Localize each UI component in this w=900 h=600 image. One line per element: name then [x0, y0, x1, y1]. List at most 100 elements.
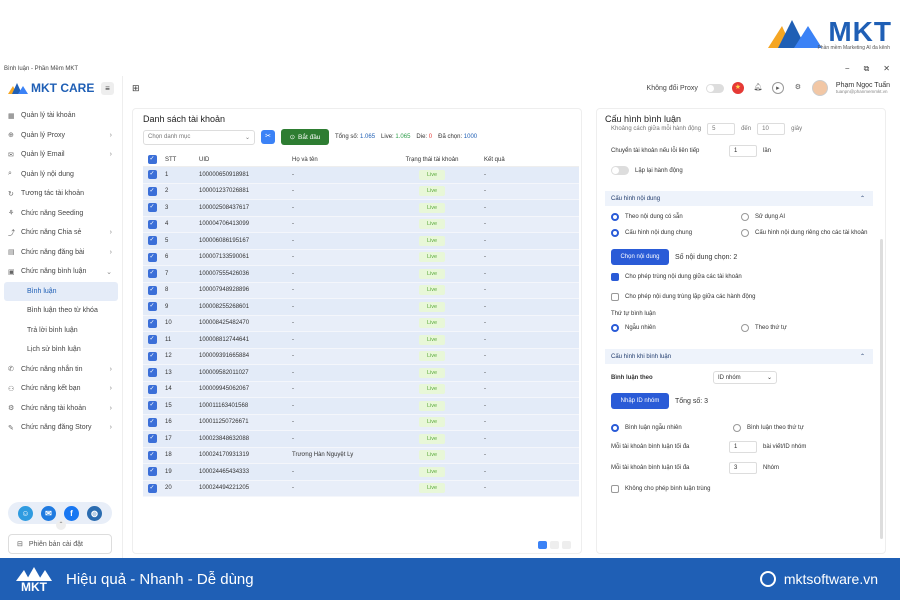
table-row[interactable]: ✓ 1 100000650918981 - Live -: [143, 167, 579, 184]
table-row[interactable]: ✓ 19 100024465434333 - Live -: [143, 464, 579, 481]
page-button[interactable]: [538, 541, 547, 549]
filter-button[interactable]: ✂: [261, 130, 275, 144]
row-checkbox[interactable]: ✓: [147, 318, 157, 328]
row-checkbox[interactable]: ✓: [147, 186, 157, 196]
minimize-button[interactable]: −: [845, 64, 850, 74]
table-row[interactable]: ✓ 2 100001237026881 - Live -: [143, 183, 579, 200]
radio-random-comment[interactable]: [611, 424, 619, 432]
page-button[interactable]: [550, 541, 559, 549]
sidebar-item-story[interactable]: ✎ Chức năng đăng Story ›: [0, 418, 122, 438]
sidebar-item-share[interactable]: ⤴ Chức năng Chia sẻ ›: [0, 223, 122, 243]
row-checkbox[interactable]: ✓: [147, 434, 157, 444]
sidebar-item-account-func[interactable]: ⚙ Chức năng tài khoản ›: [0, 399, 122, 419]
avatar[interactable]: [811, 80, 828, 96]
radio-order-sequential[interactable]: [741, 324, 749, 332]
select-all-checkbox[interactable]: ✓: [147, 155, 157, 164]
table-row[interactable]: ✓ 3 100002508437617 - Live -: [143, 200, 579, 217]
support-icon[interactable]: ☺: [18, 505, 33, 521]
table-row[interactable]: ✓ 7 100007555426036 - Live -: [143, 266, 579, 283]
sidebar-subitem-comment-history[interactable]: Lịch sử bình luận: [0, 340, 122, 360]
messenger-icon[interactable]: ✉: [41, 505, 56, 521]
page-button[interactable]: [562, 541, 571, 549]
facebook-icon[interactable]: f: [64, 505, 79, 521]
table-row[interactable]: ✓ 15 100011163401568 - Live -: [143, 398, 579, 415]
row-checkbox[interactable]: ✓: [147, 483, 157, 493]
radio-order-random[interactable]: [611, 324, 619, 332]
radio-use-ai[interactable]: [741, 213, 749, 221]
maximize-button[interactable]: ⧉: [864, 64, 870, 74]
sidebar-item-friend[interactable]: ⚇ Chức năng kết bạn ›: [0, 379, 122, 399]
sidebar-item-email[interactable]: ✉ Quản lý Email ›: [0, 145, 122, 165]
allow-dup-accounts-checkbox[interactable]: [611, 273, 619, 281]
max-per-account-input[interactable]: 1: [729, 441, 757, 453]
start-button[interactable]: ⊙ Bắt đầu: [281, 129, 329, 145]
row-checkbox[interactable]: ✓: [147, 384, 157, 394]
sidebar-item-comment[interactable]: ▣ Chức năng bình luận ⌄: [0, 262, 122, 282]
table-row[interactable]: ✓ 6 100007133590061 - Live -: [143, 249, 579, 266]
import-group-id-button[interactable]: Nhập ID nhóm: [611, 393, 669, 409]
sidebar-item-interact[interactable]: ↻ Tương tác tài khoản: [0, 184, 122, 204]
sidebar-item-content[interactable]: ⌕ Quản lý nội dung: [0, 165, 122, 185]
radio-common-content[interactable]: [611, 229, 619, 237]
menu-toggle-icon[interactable]: ≡: [101, 81, 114, 95]
table-row[interactable]: ✓ 8 100007948928896 - Live -: [143, 282, 579, 299]
sidebar-item-seeding[interactable]: ⚘ Chức năng Seeding: [0, 204, 122, 224]
repeat-toggle[interactable]: [611, 166, 629, 175]
row-checkbox[interactable]: ✓: [147, 285, 157, 295]
row-checkbox[interactable]: ✓: [147, 236, 157, 246]
row-checkbox[interactable]: ✓: [147, 368, 157, 378]
sidebar-subitem-keyword-comment[interactable]: Bình luận theo từ khóa: [0, 301, 122, 321]
category-select[interactable]: Chọn danh mục ⌄: [143, 129, 255, 145]
row-checkbox[interactable]: ✓: [147, 302, 157, 312]
row-checkbox[interactable]: ✓: [147, 252, 157, 262]
table-row[interactable]: ✓ 17 100023848632088 - Live -: [143, 431, 579, 448]
table-row[interactable]: ✓ 11 100008812744641 - Live -: [143, 332, 579, 349]
user-info[interactable]: Phạm Ngọc Tuấn tuanpn@phanmemmkt.vn: [836, 82, 890, 94]
gear-icon[interactable]: ⚙: [792, 82, 804, 94]
table-row[interactable]: ✓ 18 100024170931319 Trương Hàn Nguyệt Ly Li…: [143, 447, 579, 464]
sidebar-item-post[interactable]: ▤ Chức năng đăng bài ›: [0, 243, 122, 263]
radio-separate-content[interactable]: [741, 229, 749, 237]
radio-sequential-comment[interactable]: [733, 424, 741, 432]
consecutive-fail-input[interactable]: 1: [729, 145, 757, 157]
row-checkbox[interactable]: ✓: [147, 170, 157, 180]
radio-existing-content[interactable]: [611, 213, 619, 221]
sidebar-subitem-comment[interactable]: Bình luận: [4, 281, 118, 301]
version-button[interactable]: ⊟ Phiên bản cài đặt: [8, 534, 112, 554]
close-button[interactable]: ✕: [883, 64, 890, 74]
table-row[interactable]: ✓ 10 100008425482470 - Live -: [143, 315, 579, 332]
row-checkbox[interactable]: ✓: [147, 351, 157, 361]
max-groups-input[interactable]: 3: [729, 462, 757, 474]
table-row[interactable]: ✓ 20 100024494221205 - Live -: [143, 480, 579, 497]
row-checkbox[interactable]: ✓: [147, 203, 157, 213]
play-circle-icon[interactable]: ▸: [771, 82, 784, 94]
row-checkbox[interactable]: ✓: [147, 401, 157, 411]
allow-dup-actions-checkbox[interactable]: [611, 293, 619, 301]
proxy-toggle[interactable]: [705, 83, 724, 93]
row-checkbox[interactable]: ✓: [147, 467, 157, 477]
table-row[interactable]: ✓ 9 100008255268601 - Live -: [143, 299, 579, 316]
comment-behavior-section[interactable]: Cấu hình khi bình luận ⌃: [605, 349, 873, 364]
row-checkbox[interactable]: ✓: [147, 269, 157, 279]
sidebar-item-message[interactable]: ✆ Chức năng nhắn tin ›: [0, 360, 122, 380]
row-checkbox[interactable]: ✓: [147, 450, 157, 460]
table-row[interactable]: ✓ 12 100009391665884 - Live -: [143, 348, 579, 365]
table-row[interactable]: ✓ 14 100009945062067 - Live -: [143, 381, 579, 398]
row-checkbox[interactable]: ✓: [147, 335, 157, 345]
row-checkbox[interactable]: ✓: [147, 417, 157, 427]
table-row[interactable]: ✓ 16 100011250726671 - Live -: [143, 414, 579, 431]
sidebar-item-proxy[interactable]: ⊕ Quản lý Proxy ›: [0, 126, 122, 146]
collapse-icon[interactable]: ⌃: [56, 520, 66, 530]
choose-content-button[interactable]: Chọn nội dung: [611, 249, 669, 265]
sidebar-subitem-reply-comment[interactable]: Trả lời bình luận: [0, 321, 122, 341]
website-icon[interactable]: ◍: [87, 505, 102, 521]
delay-max-input[interactable]: 10: [757, 123, 786, 135]
vietnam-flag-icon[interactable]: ★: [731, 82, 744, 94]
table-row[interactable]: ✓ 13 100009582011027 - Live -: [143, 365, 579, 382]
bell-icon[interactable]: 🔔︎: [752, 82, 764, 94]
sidebar-item-account-manage[interactable]: ▦ Quản lý tài khoản: [0, 106, 122, 126]
table-row[interactable]: ✓ 5 100006086195167 - Live -: [143, 233, 579, 250]
delay-min-input[interactable]: 5: [707, 123, 736, 135]
row-checkbox[interactable]: ✓: [147, 219, 157, 229]
no-dup-checkbox[interactable]: [611, 485, 619, 493]
